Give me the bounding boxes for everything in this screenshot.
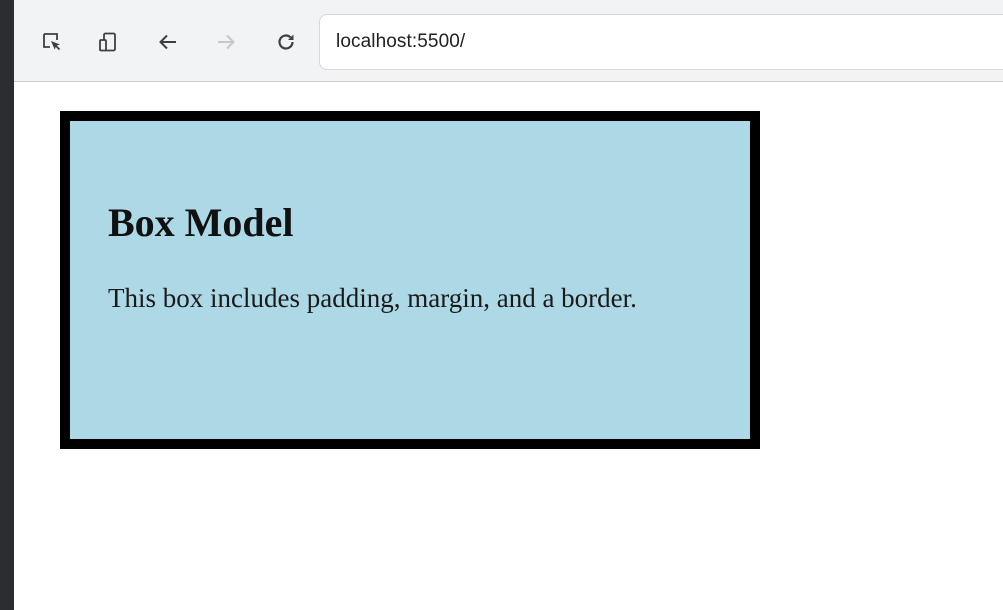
box-heading: Box Model: [108, 200, 294, 245]
reload-icon: [278, 34, 294, 50]
forward-button[interactable]: [210, 26, 242, 58]
address-bar[interactable]: localhost:5500/: [319, 14, 1003, 70]
reload-button[interactable]: [270, 26, 302, 58]
forward-arrow-icon: [218, 34, 235, 50]
back-button[interactable]: [152, 26, 184, 58]
browser-toolbar: localhost:5500/: [14, 0, 1003, 82]
address-url: localhost:5500/: [336, 31, 466, 52]
device-toolbar-icon[interactable]: [92, 26, 124, 58]
window-left-edge: [0, 0, 14, 610]
inspect-element-icon[interactable]: [36, 26, 68, 58]
page-viewport: Box Model This box includes padding, mar…: [14, 82, 1003, 610]
browser-window: localhost:5500/ Box Model This box inclu…: [0, 0, 1003, 610]
box-description: This box includes padding, margin, and a…: [108, 283, 637, 313]
box-model-container: Box Model This box includes padding, mar…: [60, 111, 760, 449]
back-arrow-icon: [159, 34, 176, 50]
